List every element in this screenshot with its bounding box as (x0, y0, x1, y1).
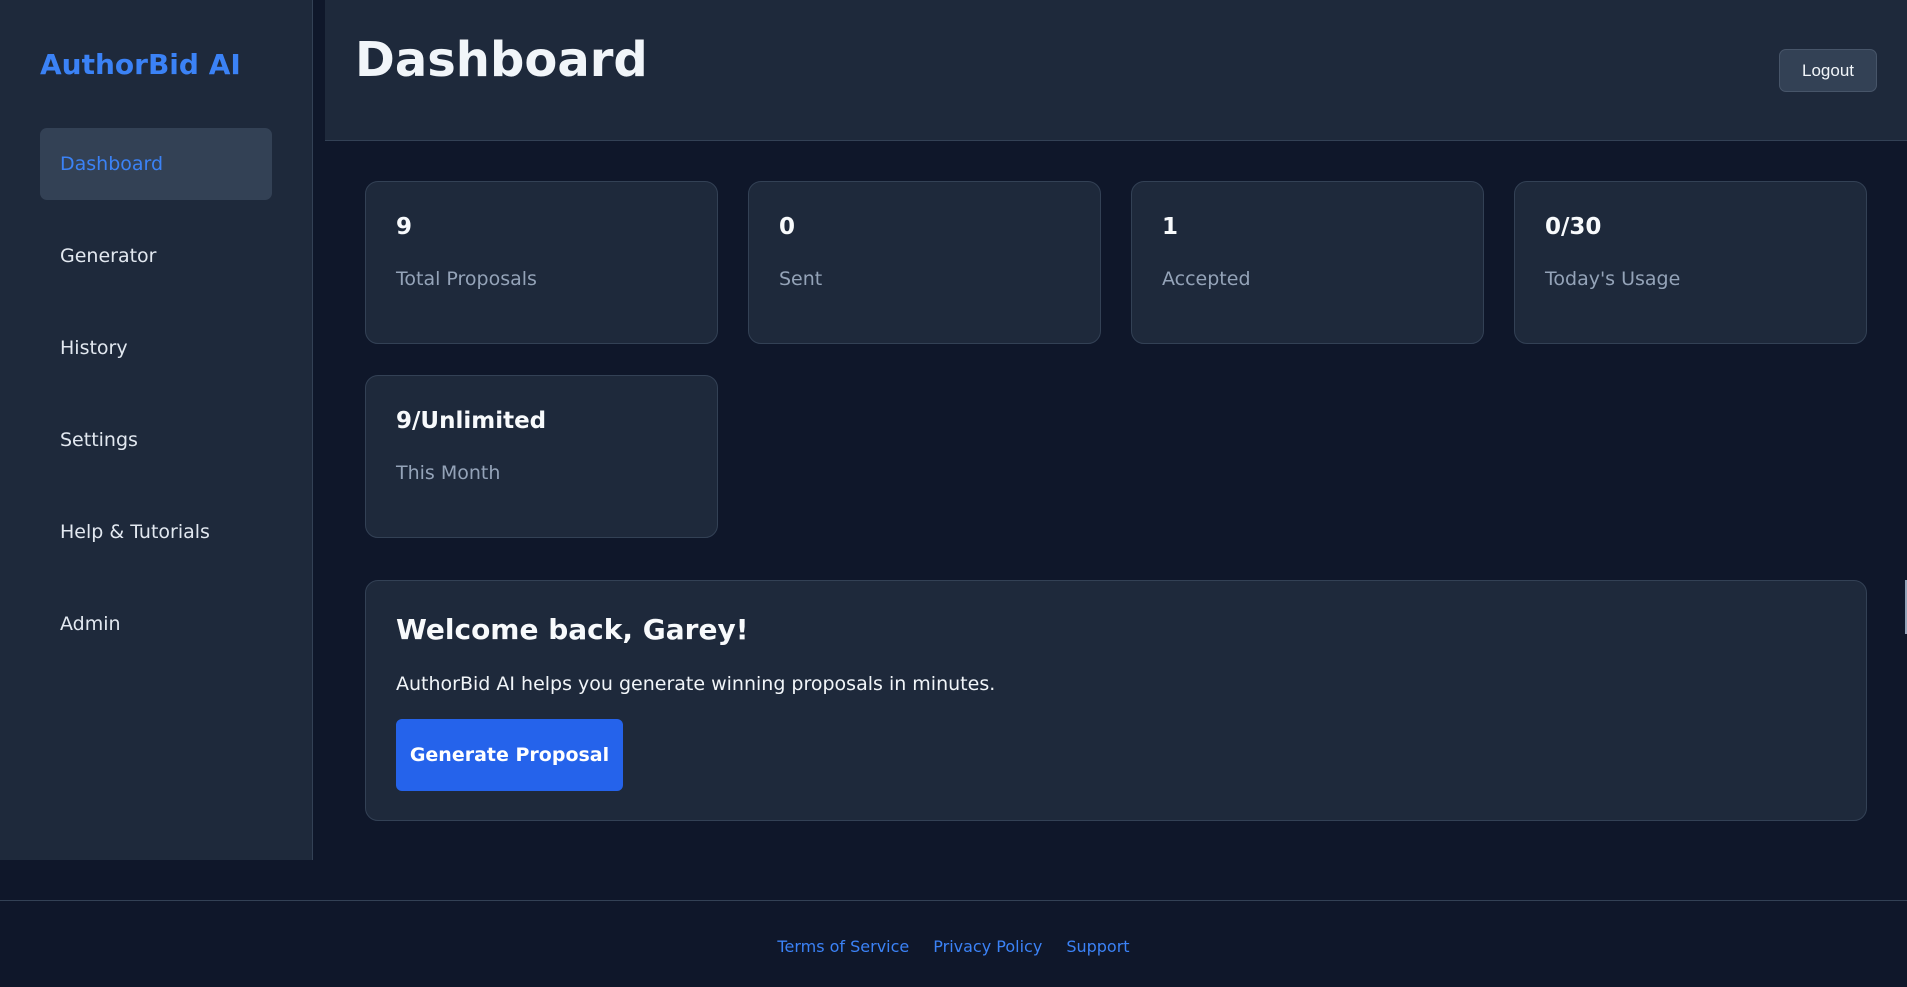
page-title: Dashboard (355, 32, 648, 88)
privacy-policy-link[interactable]: Privacy Policy (933, 937, 1042, 956)
page-header: Dashboard Logout (325, 0, 1907, 141)
stat-value: 1 (1162, 214, 1179, 240)
sidebar-item-label: History (60, 337, 128, 359)
app-root: AuthorBid AI Dashboard Generator History… (0, 0, 1907, 987)
stat-card-todays-usage: 0/30 Today's Usage (1514, 181, 1867, 344)
logout-button[interactable]: Logout (1779, 49, 1877, 92)
sidebar-item-label: Settings (60, 429, 138, 451)
welcome-text: AuthorBid AI helps you generate winning … (396, 673, 996, 695)
sidebar-item-history[interactable]: History (40, 312, 272, 384)
stat-card-this-month: 9/Unlimited This Month (365, 375, 718, 538)
sidebar-item-label: Admin (60, 613, 121, 635)
sidebar-item-admin[interactable]: Admin (40, 588, 272, 660)
stat-card-total-proposals: 9 Total Proposals (365, 181, 718, 344)
stat-value: 0/30 (1545, 214, 1602, 240)
stat-label: Total Proposals (396, 268, 537, 290)
welcome-title: Welcome back, Garey! (396, 613, 749, 646)
sidebar-item-label: Dashboard (60, 153, 164, 175)
welcome-card: Welcome back, Garey! AuthorBid AI helps … (365, 580, 1867, 821)
stat-label: Today's Usage (1545, 268, 1681, 290)
stat-label: This Month (396, 462, 501, 484)
stat-value: 9/Unlimited (396, 408, 547, 434)
footer-links: Terms of Service Privacy Policy Support (0, 937, 1907, 956)
brand-logo[interactable]: AuthorBid AI (40, 48, 241, 81)
sidebar: AuthorBid AI Dashboard Generator History… (0, 0, 313, 860)
terms-of-service-link[interactable]: Terms of Service (777, 937, 909, 956)
stat-card-sent: 0 Sent (748, 181, 1101, 344)
stat-label: Sent (779, 268, 823, 290)
generate-proposal-button[interactable]: Generate Proposal (396, 719, 623, 791)
stat-value: 9 (396, 214, 413, 240)
sidebar-item-label: Generator (60, 245, 157, 267)
stat-value: 0 (779, 214, 796, 240)
sidebar-item-generator[interactable]: Generator (40, 220, 272, 292)
sidebar-item-label: Help & Tutorials (60, 521, 210, 543)
sidebar-item-settings[interactable]: Settings (40, 404, 272, 476)
support-link[interactable]: Support (1066, 937, 1129, 956)
stat-card-accepted: 1 Accepted (1131, 181, 1484, 344)
sidebar-item-dashboard[interactable]: Dashboard (40, 128, 272, 200)
footer: Terms of Service Privacy Policy Support (0, 900, 1907, 987)
sidebar-item-help-tutorials[interactable]: Help & Tutorials (40, 496, 272, 568)
stat-label: Accepted (1162, 268, 1251, 290)
